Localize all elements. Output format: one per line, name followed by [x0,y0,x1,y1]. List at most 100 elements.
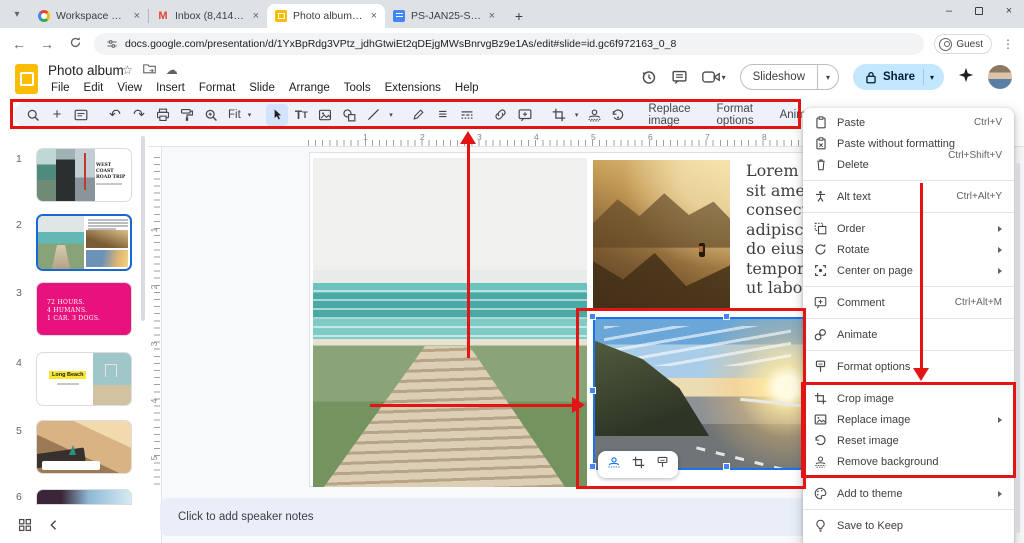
move-folder-icon[interactable] [143,63,156,77]
crop-image-icon[interactable] [548,104,570,126]
collapse-filmstrip-icon[interactable] [48,518,58,536]
grid-view-icon[interactable] [18,518,32,537]
tab-close-icon[interactable]: × [489,10,495,22]
menu-item-comment[interactable]: Comment Ctrl+Alt+M [803,292,1014,313]
menu-format[interactable]: Format [192,80,242,96]
menu-item-paste-without-formatting[interactable]: Paste without formatting Ctrl+Shift+V [803,133,1014,154]
resize-handle-bottom-mid[interactable] [723,463,730,470]
resize-handle-top-mid[interactable] [723,313,730,320]
format-options-button[interactable]: Format options [710,103,761,127]
tab-close-icon[interactable]: × [253,10,259,22]
menu-extensions[interactable]: Extensions [378,80,448,96]
tab-docs-file[interactable]: PS-JAN25-SI-6.docx - Google Docs × [385,4,503,28]
slide-thumbnail-3[interactable]: 72 HOURS. 4 HUMANS. 1 CAR. 3 DOGS. [36,282,132,336]
menu-arrange[interactable]: Arrange [282,80,337,96]
filmstrip-scrollbar[interactable] [141,136,145,321]
document-title[interactable]: Photo album [48,63,124,78]
insert-line-icon[interactable] [362,104,384,126]
window-close-button[interactable]: × [994,0,1024,22]
resize-handle-bottom-left[interactable] [589,463,596,470]
mountain-hiker-image[interactable] [593,160,730,311]
menu-item-center-on-page[interactable]: Center on page [803,260,1014,281]
menu-item-animate[interactable]: Animate [803,324,1014,345]
slide-thumbnail-5[interactable] [36,420,132,474]
menu-item-rotate[interactable]: Rotate [803,239,1014,260]
version-history-icon[interactable] [640,69,657,86]
share-dropdown[interactable]: ▾ [923,69,940,85]
menu-slide[interactable]: Slide [242,80,282,96]
insert-image-icon[interactable] [314,104,336,126]
crop-quick-icon[interactable] [632,456,645,474]
back-button[interactable]: ← [10,36,28,52]
slide-layout-icon[interactable] [70,104,92,126]
menu-item-paste[interactable]: Paste Ctrl+V [803,112,1014,133]
tab-close-icon[interactable]: × [134,10,140,22]
cloud-status-icon[interactable]: ☁ [166,63,178,77]
slides-logo-icon[interactable] [15,64,38,94]
remove-background-quick-icon[interactable] [607,455,621,474]
text-box-tool[interactable]: TT [290,104,312,126]
menu-item-remove-background[interactable]: Remove background [803,451,1014,472]
menu-item-format-options[interactable]: Format options [803,356,1014,377]
paint-format-icon[interactable] [176,104,198,126]
menu-scrollbar[interactable] [1016,163,1020,533]
remove-background-icon[interactable] [583,104,605,126]
tab-workspace-labs[interactable]: Workspace Labs Signup × [30,4,148,28]
zoom-level-select[interactable]: Fit [224,109,243,121]
replace-image-button[interactable]: Replace image [641,103,697,127]
format-options-quick-icon[interactable] [656,456,669,474]
menu-item-alt-text[interactable]: Alt text Ctrl+Alt+Y [803,186,1014,207]
site-settings-icon[interactable] [106,38,118,50]
insert-shape-icon[interactable] [338,104,360,126]
meet-present-button[interactable]: ▾ [702,70,726,84]
redo-button[interactable]: ↷ [128,104,150,126]
menu-item-crop-image[interactable]: Crop image [803,388,1014,409]
gemini-sparkle-icon[interactable] [958,67,974,87]
slide-thumbnail-1[interactable]: WEST COAST ROAD TRIP [36,148,132,202]
menu-insert[interactable]: Insert [149,80,192,96]
menu-item-save-to-keep[interactable]: Save to Keep [803,515,1014,536]
pen-border-color-icon[interactable] [408,104,430,126]
select-tool-button[interactable] [266,104,288,126]
omnibox[interactable]: docs.google.com/presentation/d/1YxBpRdg3… [94,33,924,55]
share-button[interactable]: Share ▾ [853,64,944,90]
menu-edit[interactable]: Edit [77,80,111,96]
slide-thumbnail-4[interactable]: Long Beach [36,352,132,406]
menu-item-add-to-theme[interactable]: Add to theme [803,483,1014,504]
tab-photo-album-active[interactable]: Photo album - Google Slides × [267,4,385,28]
chevron-down-icon[interactable]: ▾ [572,111,582,119]
slide-thumbnail-2-selected[interactable] [36,214,132,271]
tab-close-icon[interactable]: × [371,10,377,22]
resize-handle-top-left[interactable] [589,313,596,320]
menu-help[interactable]: Help [448,80,486,96]
browser-menu-kebab-icon[interactable]: ⋮ [1002,37,1014,51]
reset-image-icon[interactable] [607,104,629,126]
search-menus-icon[interactable] [22,104,44,126]
tab-gmail-inbox[interactable]: M Inbox (8,414) - jeson45@gmail.com × [149,4,267,28]
reload-button[interactable] [66,36,84,52]
border-weight-icon[interactable]: ≡ [432,104,454,126]
menu-item-replace-image[interactable]: Replace image [803,409,1014,430]
add-comment-icon[interactable] [514,104,536,126]
boardwalk-beach-image[interactable] [313,158,587,487]
undo-button[interactable]: ↶ [104,104,126,126]
menu-item-reset-image[interactable]: Reset image [803,430,1014,451]
window-minimize-button[interactable]: – [934,0,964,22]
guest-profile-button[interactable]: Guest [934,34,992,54]
slideshow-button[interactable]: Slideshow ▾ [740,64,839,90]
border-dash-icon[interactable] [456,104,478,126]
menu-item-delete[interactable]: Delete [803,154,1014,175]
comment-history-icon[interactable] [671,69,688,86]
star-icon[interactable]: ☆ [122,63,133,77]
insert-link-icon[interactable] [490,104,512,126]
forward-button[interactable]: → [38,36,56,52]
user-avatar[interactable] [988,65,1012,89]
menu-view[interactable]: View [110,80,149,96]
menu-file[interactable]: File [44,80,77,96]
chevron-down-icon[interactable]: ▾ [386,111,396,119]
menu-tools[interactable]: Tools [337,80,378,96]
tab-search-icon[interactable]: ▾ [8,5,26,23]
new-tab-button[interactable]: + [509,6,529,26]
zoom-icon[interactable] [200,104,222,126]
window-restore-button[interactable] [964,0,994,22]
